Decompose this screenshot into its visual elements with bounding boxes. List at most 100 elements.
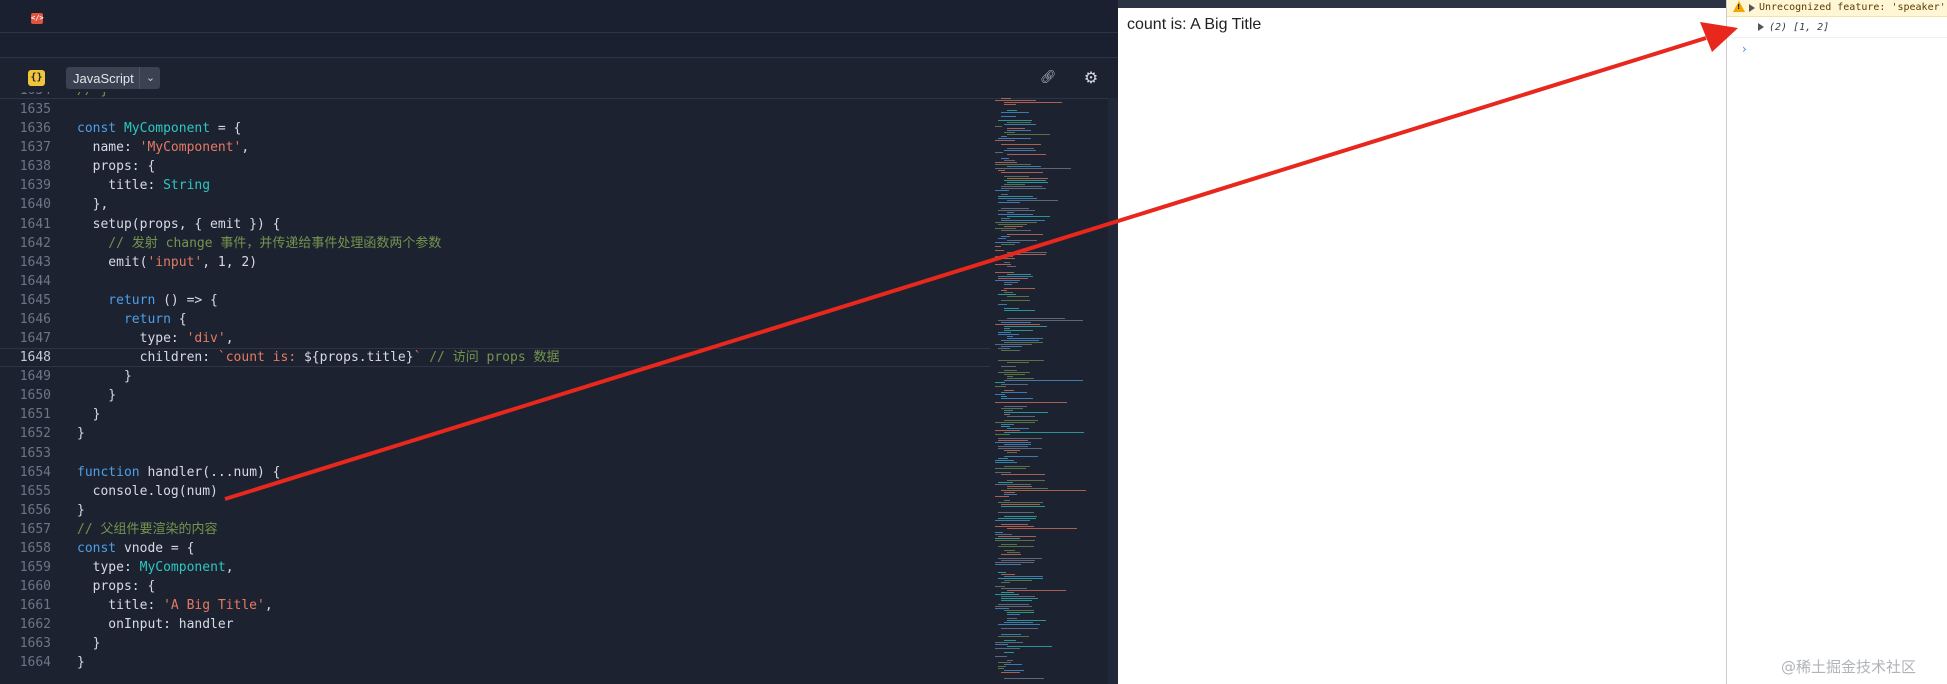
expand-triangle-icon[interactable] — [1749, 4, 1755, 12]
minimap-line — [995, 100, 1036, 101]
code-line[interactable]: 1640 }, — [0, 195, 990, 214]
html-panel-tab[interactable]: </> — [0, 0, 1118, 33]
code-line[interactable]: 1655 console.log(num) — [0, 482, 990, 501]
code-line[interactable]: 1659 type: MyComponent, — [0, 558, 990, 577]
line-number: 1640 — [19, 197, 51, 213]
minimap-line — [998, 214, 1033, 215]
code-line[interactable]: 1664} — [0, 653, 990, 672]
code-token: 'input' — [147, 254, 203, 270]
code-token: const — [77, 121, 124, 137]
code-line[interactable]: 1662 onInput: handler — [0, 615, 990, 634]
code-line[interactable]: 1660 props: { — [0, 577, 990, 596]
minimap-line — [995, 608, 1009, 609]
code-line[interactable]: 1656} — [0, 501, 990, 520]
language-select[interactable]: JavaScript ⌄ — [66, 67, 160, 89]
code-line[interactable]: 1637 name: 'MyComponent', — [0, 138, 990, 157]
minimap-line — [998, 448, 1042, 449]
minimap-line — [1007, 416, 1035, 417]
minimap-line — [1004, 580, 1032, 581]
minimap-line — [1004, 466, 1030, 467]
code-text: props: { — [77, 157, 156, 176]
code-text: }, — [77, 195, 109, 214]
chevron-down-icon: ⌄ — [139, 67, 161, 89]
code-line[interactable]: 1639 title: String — [0, 176, 990, 195]
code-line[interactable]: 1644 — [0, 272, 990, 291]
code-line[interactable]: 1652} — [0, 424, 990, 443]
minimap-line — [1007, 338, 1043, 339]
code-token: } — [77, 636, 101, 652]
minimap-line — [998, 578, 1043, 579]
minimap-line — [1001, 98, 1011, 99]
line-number: 1635 — [19, 102, 51, 118]
code-token: { — [178, 311, 187, 327]
line-number: 1656 — [19, 502, 51, 518]
minimap-line — [1001, 136, 1007, 137]
console-warning-row[interactable]: ! Unrecognized feature: 'speaker' — [1727, 0, 1947, 17]
minimap-line — [995, 434, 1010, 435]
code-area[interactable]: 1634// }16351636const MyComponent = {163… — [0, 92, 990, 684]
minimap-line — [995, 164, 1031, 165]
code-token: handler(...num) { — [147, 464, 281, 480]
minimap-line — [995, 520, 1030, 521]
minimap-line — [998, 662, 1011, 663]
code-line[interactable]: 1642 // 发射 change 事件，并传递给事件处理函数两个参数 — [0, 234, 990, 253]
minimap-line — [995, 594, 1019, 595]
code-token: } — [77, 407, 101, 423]
minimap-line — [998, 332, 1011, 333]
line-number: 1655 — [19, 483, 51, 499]
code-line[interactable]: 1649 } — [0, 367, 990, 386]
minimap-line — [1004, 284, 1012, 285]
editor-scrollbar[interactable] — [1108, 98, 1118, 684]
code-line[interactable]: 1657 // 父组件要渲染的内容 — [0, 520, 990, 539]
code-line[interactable]: 1643 emit('input', 1, 2) — [0, 253, 990, 272]
minimap-line — [1004, 370, 1017, 371]
minimap-line — [1001, 208, 1029, 209]
line-number: 1642 — [19, 235, 51, 251]
javascript-icon: {} — [28, 70, 45, 86]
minimap-line — [1001, 490, 1086, 491]
code-token: , — [225, 331, 234, 347]
code-line[interactable]: 1653 — [0, 444, 990, 463]
gear-icon[interactable]: ⚙ — [1082, 69, 1100, 87]
line-number: 1648 — [19, 350, 51, 366]
code-line[interactable]: 1635 — [0, 100, 990, 119]
minimap-line — [1001, 426, 1010, 427]
code-line[interactable]: 1648 children: `count is: ${props.title}… — [0, 348, 990, 368]
minimap-line — [1007, 376, 1013, 377]
code-token: title: — [77, 598, 164, 614]
minimap-line — [1001, 544, 1017, 545]
minimap-line — [1001, 194, 1008, 195]
code-line[interactable]: 1654 function handler(...num) { — [0, 463, 990, 482]
code-line[interactable]: 1650 } — [0, 386, 990, 405]
devtools-console: ! Unrecognized feature: 'speaker' (2) [1… — [1726, 0, 1947, 684]
code-line[interactable]: 1658 const vnode = { — [0, 539, 990, 558]
minimap-line — [998, 458, 1008, 459]
expand-triangle-icon[interactable] — [1758, 23, 1764, 31]
code-token: title: — [77, 178, 164, 194]
code-line[interactable]: 1661 title: 'A Big Title', — [0, 596, 990, 615]
minimap-line — [998, 210, 1035, 211]
code-line[interactable]: 1636 const MyComponent = { — [0, 119, 990, 138]
code-minimap[interactable] — [995, 98, 1107, 684]
code-line[interactable]: 1638 props: { — [0, 157, 990, 176]
minimap-line — [1004, 310, 1035, 311]
minimap-line — [995, 264, 1011, 265]
code-text: children: `count is: ${props.title}` // … — [77, 349, 560, 366]
minimap-line — [995, 648, 1020, 649]
link-icon[interactable]: 🔗︎ — [1040, 70, 1057, 86]
code-line[interactable]: 1646 return { — [0, 310, 990, 329]
code-token: 'MyComponent' — [139, 140, 242, 156]
minimap-line — [998, 334, 1019, 335]
minimap-line — [1004, 640, 1016, 641]
code-line[interactable]: 1634 // } — [0, 92, 990, 100]
code-line[interactable]: 1663 } — [0, 634, 990, 653]
preview-pane: count is: A Big Title — [1118, 8, 1726, 684]
code-line[interactable]: 1641 setup(props, { emit }) { — [0, 215, 990, 234]
code-line[interactable]: 1651 } — [0, 405, 990, 424]
console-log-row[interactable]: (2) [1, 2] — [1727, 17, 1947, 38]
code-line[interactable]: 1645 return () => { — [0, 291, 990, 310]
console-prompt[interactable]: › — [1742, 42, 1747, 56]
code-line[interactable]: 1647 type: 'div', — [0, 329, 990, 348]
css-panel-tab[interactable]: # — [0, 33, 1118, 82]
code-token: type: — [77, 560, 140, 575]
